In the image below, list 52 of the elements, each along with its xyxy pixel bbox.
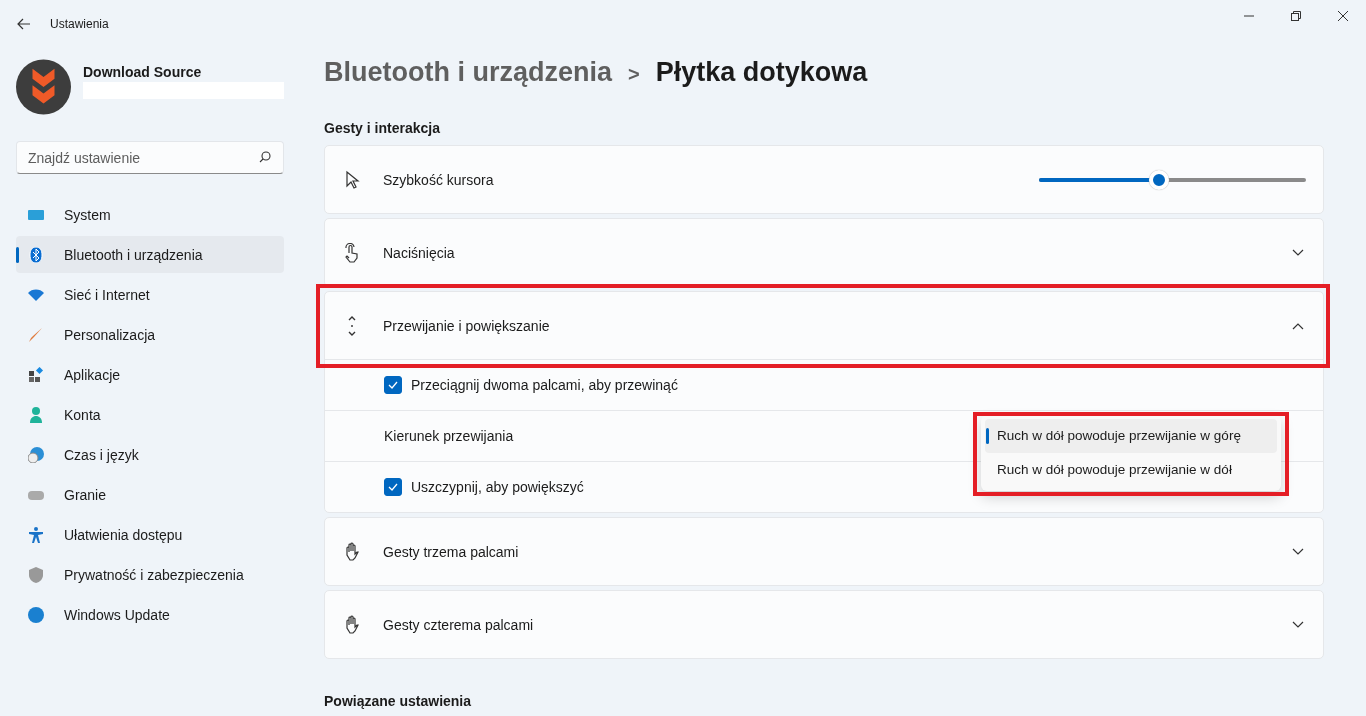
- nav-item[interactable]: Prywatność i zabezpieczenia: [16, 556, 284, 593]
- dropdown-option[interactable]: Ruch w dół powoduje przewijanie w górę: [985, 419, 1277, 453]
- chevron-up-icon[interactable]: [1292, 321, 1304, 330]
- nav-item[interactable]: Czas i język: [16, 436, 284, 473]
- search-icon: [259, 151, 271, 163]
- checkbox[interactable]: [384, 478, 402, 496]
- category-icon: [28, 326, 44, 343]
- breadcrumb-separator: >: [628, 63, 640, 86]
- chevron-down-icon[interactable]: [1292, 547, 1304, 556]
- nav-item[interactable]: Bluetooth i urządzenia: [16, 236, 284, 273]
- category-icon: [28, 446, 44, 463]
- nav-item[interactable]: Konta: [16, 396, 284, 433]
- dropdown-option[interactable]: Ruch w dół powoduje przewijanie w dół: [985, 453, 1277, 487]
- section-heading: Powiązane ustawienia: [324, 693, 473, 709]
- nav-item[interactable]: Aplikacje: [16, 356, 284, 393]
- avatar-logo-icon: [16, 57, 71, 117]
- checkmark-icon: [388, 381, 398, 389]
- setting-label: Gesty czterema palcami: [383, 616, 535, 633]
- close-icon[interactable]: [1338, 11, 1348, 21]
- setting-label: Przewijanie i powiększanie: [383, 317, 551, 334]
- checkbox[interactable]: [384, 376, 402, 394]
- nav-item[interactable]: Personalizacja: [16, 316, 284, 353]
- checkbox-label: Przeciągnij dwoma palcami, aby przewinąć: [411, 377, 678, 393]
- category-icon: [28, 366, 44, 383]
- nav-item[interactable]: Sieć i Internet: [16, 276, 284, 313]
- checkmark-icon: [388, 483, 398, 491]
- checkbox-label: Uszczypnij, aby powiększyć: [411, 479, 584, 495]
- profile-name: Download Source: [83, 63, 203, 80]
- window-title: Ustawienia: [50, 17, 109, 31]
- nav-item[interactable]: Ułatwienia dostępu: [16, 516, 284, 553]
- category-icon: [28, 566, 44, 583]
- nav-item[interactable]: Granie: [16, 476, 284, 513]
- breadcrumb-parent[interactable]: Bluetooth i urządzenia: [324, 57, 612, 88]
- category-icon: [28, 246, 44, 263]
- chevron-down-icon[interactable]: [1292, 620, 1304, 629]
- category-icon: [28, 526, 44, 543]
- setting-label: Gesty trzema palcami: [383, 543, 520, 560]
- setting-label: Szybkość kursora: [383, 171, 495, 188]
- slider-thumb[interactable]: [1149, 169, 1170, 190]
- chevron-down-icon[interactable]: [1292, 248, 1304, 257]
- maximize-icon[interactable]: [1291, 11, 1301, 21]
- back-arrow-icon[interactable]: [17, 18, 31, 30]
- setting-label: Kierunek przewijania: [384, 428, 514, 444]
- nav-item[interactable]: Windows Update: [16, 596, 284, 633]
- category-icon: [28, 406, 44, 423]
- search-field[interactable]: Znajdź ustawienie: [16, 141, 284, 174]
- category-icon: [28, 606, 44, 623]
- cursor-speed-slider[interactable]: [1039, 169, 1306, 190]
- setting-label: Naciśnięcia: [383, 244, 456, 261]
- page-title: Płytka dotykowa: [655, 57, 868, 88]
- nav-item[interactable]: System: [16, 196, 284, 233]
- section-heading: Gesty i interakcja: [324, 120, 441, 136]
